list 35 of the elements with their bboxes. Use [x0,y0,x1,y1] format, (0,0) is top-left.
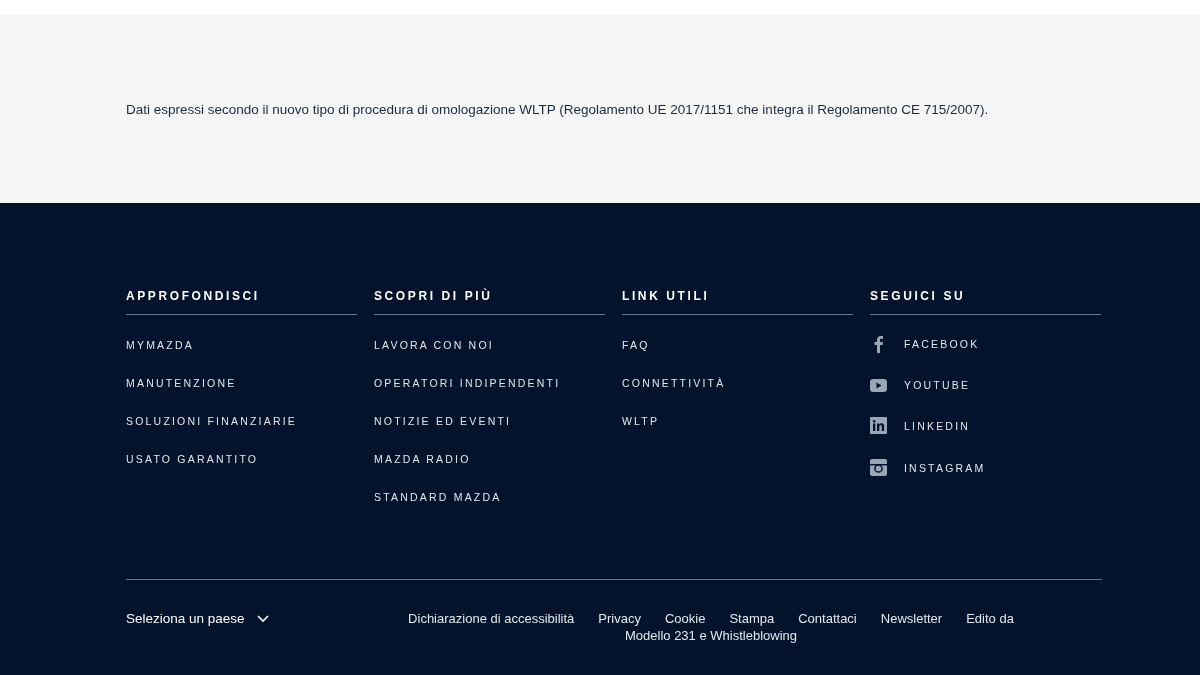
footer-link[interactable]: NOTIZIE ED EVENTI [374,414,605,428]
footer-link[interactable]: CONNETTIVITÀ [622,376,853,390]
footer-link[interactable]: MAZDA RADIO [374,452,605,466]
legal-link[interactable]: Newsletter [880,611,943,627]
footer-link[interactable]: WLTP [622,414,853,428]
social-link[interactable]: FACEBOOK [870,335,1101,353]
footer-link[interactable]: MANUTENZIONE [126,376,357,390]
play-button-icon [870,378,887,392]
facebook-icon [874,335,883,353]
footer-link[interactable]: OPERATORI INDIPENDENTI [374,376,605,390]
footer-link[interactable]: LAVORA CON NOI [374,338,605,352]
legal-link[interactable]: Cookie [664,611,706,627]
column-heading: LINK UTILI [622,287,853,315]
footer-link[interactable]: MYMAZDA [126,338,357,352]
social-link[interactable]: INSTAGRAM [870,459,1101,476]
social-link[interactable]: YOUTUBE [870,378,1101,392]
disclaimer-text: Dati espressi secondo il nuovo tipo di procedura di omologazione WLTP (Regolamento UE 2017/1151 che integra il Regolamento CE 715/2007). [126,101,989,117]
legal-link[interactable]: Privacy [598,611,641,627]
social-link[interactable]: LINKEDIN [870,417,1101,434]
column-heading: APPROFONDISCI [126,287,357,315]
legal-link[interactable]: Contattaci [798,611,857,627]
footer-link[interactable]: SOLUZIONI FINANZIARIE [126,414,357,428]
legal-link[interactable]: Modello 231 e Whistleblowing [625,628,797,644]
footer-link[interactable]: FAQ [622,338,853,352]
legal-link[interactable]: Edito da [966,611,1014,627]
legal-link[interactable]: Stampa [729,611,775,627]
country-select[interactable]: Seleziona un paese [126,611,408,626]
linkedin-icon [870,417,887,434]
column-heading: SEGUICI SU [870,287,1101,315]
legal-link[interactable]: Dichiarazione di accessibilità [408,611,575,627]
column-heading: SCOPRI DI PIÙ [374,287,605,315]
footer-link[interactable]: STANDARD MAZDA [374,490,605,504]
footer-link[interactable]: USATO GARANTITO [126,452,357,466]
camera-icon [870,459,887,476]
chevron-down-icon [256,614,269,623]
